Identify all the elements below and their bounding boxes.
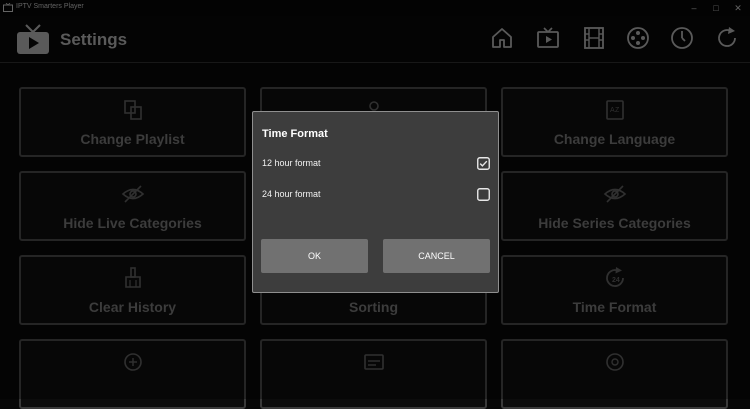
time-format-dialog: Time Format 12 hour format 24 hour forma… bbox=[252, 111, 499, 293]
option-label: 12 hour format bbox=[262, 158, 321, 168]
option-label: 24 hour format bbox=[262, 189, 321, 199]
cancel-button[interactable]: CANCEL bbox=[383, 239, 490, 273]
option-12-hour[interactable]: 12 hour format bbox=[253, 153, 498, 175]
ok-button[interactable]: OK bbox=[261, 239, 368, 273]
option-24-hour[interactable]: 24 hour format bbox=[253, 184, 498, 206]
checkbox-unchecked-icon[interactable] bbox=[477, 188, 490, 201]
checkbox-checked-icon[interactable] bbox=[477, 157, 490, 170]
dialog-title: Time Format bbox=[262, 128, 328, 140]
